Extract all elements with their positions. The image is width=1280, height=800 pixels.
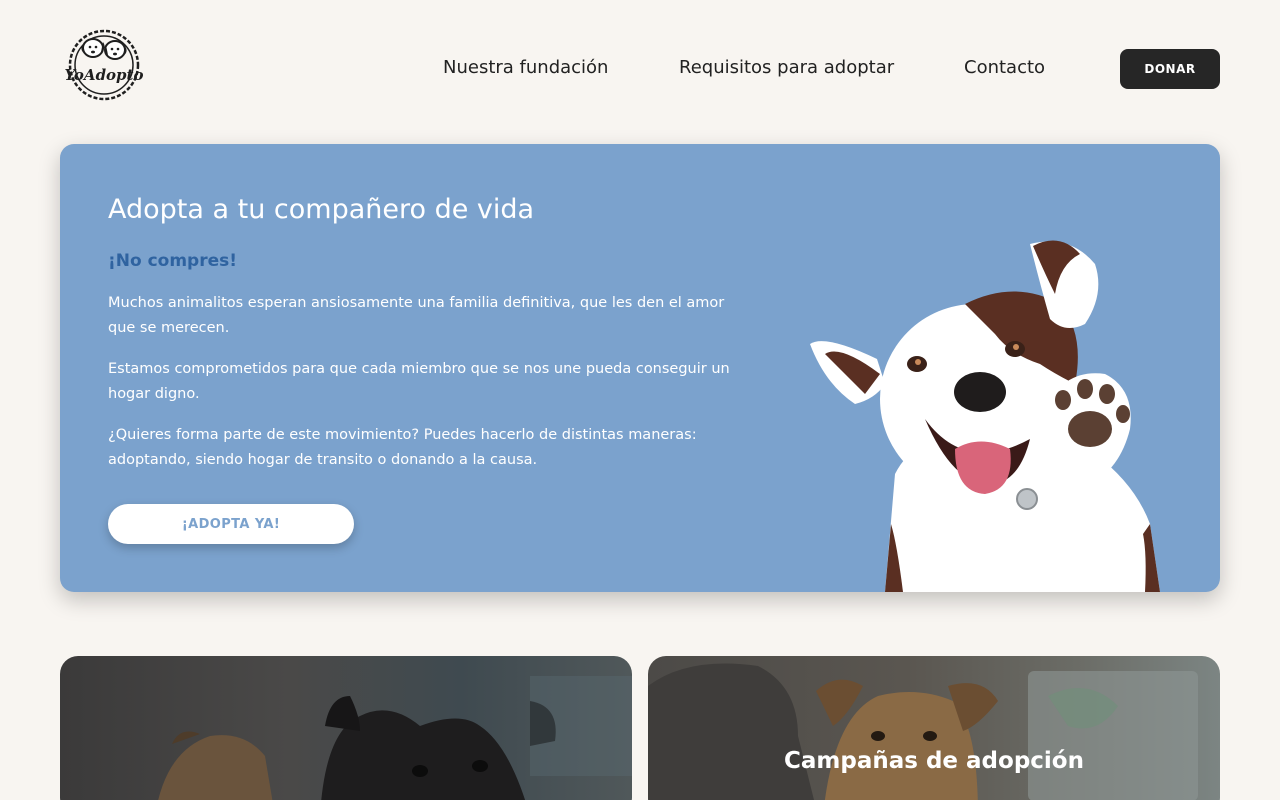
logo-badge-icon: YoAdopto — [65, 29, 144, 101]
brand-logo[interactable]: YoAdopto — [60, 28, 148, 102]
nav-link-contacto[interactable]: Contacto — [964, 57, 1045, 78]
hero-paragraph: ¿Quieres forma parte de este movimiento?… — [108, 427, 697, 468]
card-adoption-campaigns[interactable]: Campañas de adopción — [648, 656, 1220, 800]
nav-link-fundacion[interactable]: Nuestra fundación — [443, 57, 608, 78]
campaign-photo — [648, 663, 1198, 800]
waving-dog-image — [810, 240, 1160, 592]
hero-paragraph: Estamos comprometidos para que cada miem… — [108, 361, 730, 402]
card-title: Campañas de adopción — [784, 748, 1084, 774]
nav-link-requisitos[interactable]: Requisitos para adoptar — [679, 57, 894, 78]
site-header: YoAdopto Nuestra fundación Requisitos pa… — [60, 28, 1220, 108]
hero-banner: Adopta a tu compañero de vida ¡No compre… — [60, 144, 1220, 592]
hero-subtitle: ¡No compres! — [108, 251, 238, 271]
logo-text: YoAdopto — [65, 66, 144, 84]
hero-paragraph: Muchos animalitos esperan ansiosamente u… — [108, 295, 725, 336]
dogs-photo — [158, 676, 632, 800]
adopt-now-button[interactable]: ¡ADOPTA YA! — [108, 504, 354, 544]
donate-button[interactable]: DONAR — [1120, 49, 1220, 89]
card-adoption-pets[interactable] — [60, 656, 632, 800]
hero-title: Adopta a tu compañero de vida — [108, 194, 535, 225]
